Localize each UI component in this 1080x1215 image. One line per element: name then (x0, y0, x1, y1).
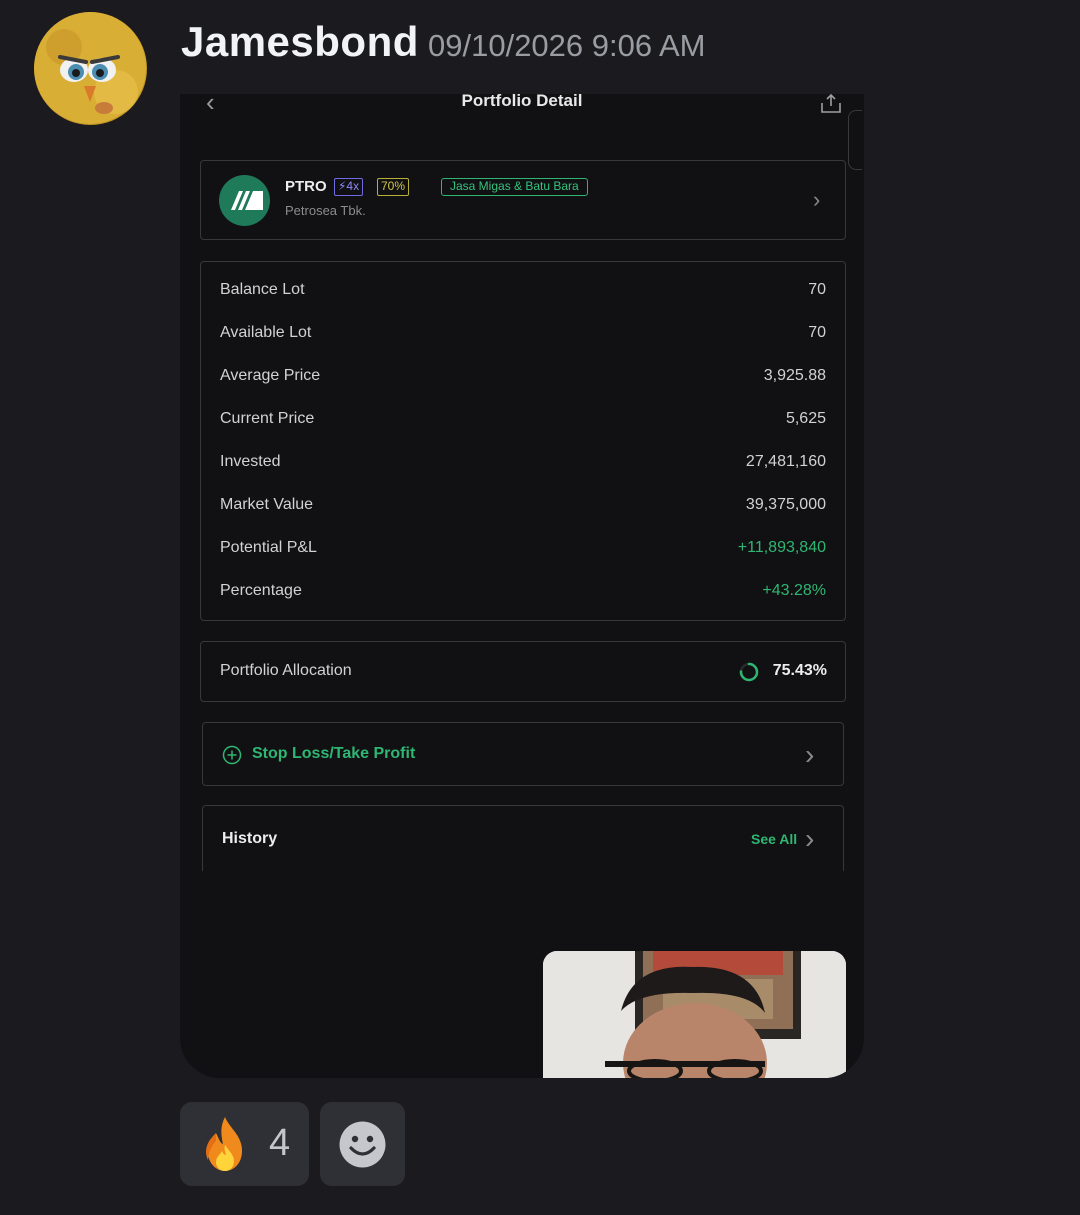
user-avatar[interactable] (34, 12, 147, 125)
detail-label: Available Lot (220, 324, 312, 341)
detail-label: Market Value (220, 496, 314, 513)
allocation-value: 75.43% (772, 662, 827, 679)
detail-value: 70 (808, 324, 826, 341)
attached-screenshot[interactable]: ‹ Portfolio Detail PTRO ⚡4x 70% Jasa Mig… (180, 94, 864, 1078)
webcam-video-overlay[interactable] (543, 951, 846, 1078)
detail-label: Potential P&L (220, 539, 317, 556)
detail-value: +11,893,840 (737, 539, 826, 556)
fire-emoji-icon (206, 1117, 242, 1171)
stop-loss-take-profit-button[interactable]: Stop Loss/Take Profit › (202, 722, 844, 786)
detail-label: Average Price (220, 367, 321, 384)
detail-row: Average Price 3,925.88 (220, 367, 826, 389)
history-title: History (222, 830, 278, 847)
detail-value: 39,375,000 (745, 496, 826, 513)
stock-card[interactable]: PTRO ⚡4x 70% Jasa Migas & Batu Bara Petr… (200, 160, 846, 240)
allocation-label: Portfolio Allocation (220, 662, 352, 679)
chevron-right-icon: › (813, 187, 821, 212)
add-reaction-smile-icon (339, 1121, 386, 1168)
scrollbar-thumb[interactable] (848, 110, 862, 170)
detail-row: Current Price 5,625 (220, 410, 826, 432)
petrosea-logo-icon (219, 175, 270, 226)
detail-label: Current Price (220, 410, 315, 427)
detail-row: Market Value 39,375,000 (220, 496, 826, 518)
percent-badge: 70% (377, 178, 410, 196)
allocation-ring-icon (739, 662, 759, 682)
portfolio-allocation-card[interactable]: Portfolio Allocation 75.43% (200, 641, 846, 702)
detail-value: 3,925.88 (763, 367, 826, 384)
share-icon[interactable] (820, 94, 842, 114)
plus-circle-icon (222, 745, 242, 765)
detail-value: 5,625 (785, 410, 826, 427)
detail-row: Percentage +43.28% (220, 582, 826, 604)
detail-value: 70 (808, 281, 826, 298)
history-section: History See All › (202, 805, 844, 871)
detail-value: 27,481,160 (745, 453, 826, 470)
detail-row: Balance Lot 70 (220, 281, 826, 303)
stock-ticker: PTRO (285, 178, 327, 195)
chevron-right-icon: › (805, 739, 815, 770)
reaction-count: 4 (269, 1122, 291, 1164)
detail-row: Potential P&L +11,893,840 (220, 539, 826, 561)
detail-row: Available Lot 70 (220, 324, 826, 346)
add-reaction-button[interactable] (320, 1102, 405, 1186)
detail-row: Invested 27,481,160 (220, 453, 826, 475)
page-title: Portfolio Detail (461, 94, 583, 110)
message-timestamp: 09/10/2026 9:06 AM (428, 28, 706, 63)
see-all-link[interactable]: See All (751, 831, 797, 847)
app-header: ‹ Portfolio Detail (180, 94, 864, 124)
detail-value: +43.28% (762, 582, 826, 599)
detail-label: Balance Lot (220, 281, 305, 298)
sector-badge: Jasa Migas & Batu Bara (441, 178, 588, 196)
detail-label: Invested (220, 453, 281, 470)
chevron-right-icon[interactable]: › (805, 823, 814, 855)
stop-loss-label: Stop Loss/Take Profit (252, 745, 416, 762)
position-details-card: Balance Lot 70 Available Lot 70 Average … (200, 261, 846, 621)
message-username[interactable]: Jamesbond (181, 18, 419, 66)
fire-reaction-button[interactable]: 4 (180, 1102, 309, 1186)
detail-label: Percentage (220, 582, 302, 599)
company-name: Petrosea Tbk. (285, 203, 366, 218)
leverage-badge: ⚡4x (334, 178, 364, 196)
